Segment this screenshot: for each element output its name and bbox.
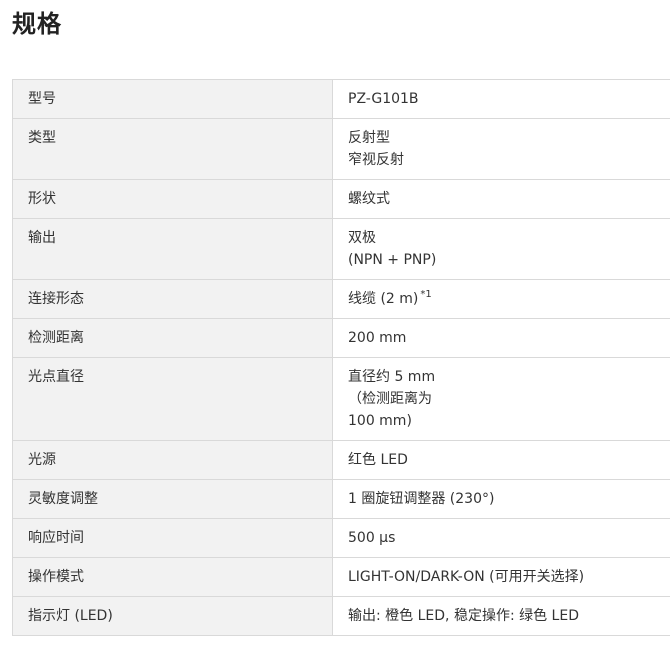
- value-line: 1 圈旋钮调整器 (230°): [348, 491, 495, 507]
- row-value: 直径约 5 mm （检测距离为 100 mm): [332, 357, 670, 441]
- row-label: 检测距离: [12, 318, 333, 358]
- value-line: 双极: [348, 230, 376, 246]
- row-value: 1 圈旋钮调整器 (230°): [332, 479, 670, 519]
- table-row: 灵敏度调整 1 圈旋钮调整器 (230°): [12, 479, 670, 519]
- value-line: 200 mm: [348, 330, 407, 346]
- value-line: PZ-G101B: [348, 91, 419, 107]
- value-line: （检测距离为: [348, 391, 432, 407]
- row-label: 操作模式: [12, 557, 333, 597]
- value-line: 反射型: [348, 130, 390, 146]
- spec-page: 规格 型号 PZ-G101B 类型 反射型 窄视反射 形状 螺纹式 输出 双极 …: [0, 0, 670, 645]
- row-value: 双极 (NPN + PNP): [332, 218, 670, 280]
- table-row: 形状 螺纹式: [12, 179, 670, 219]
- row-label: 光点直径: [12, 357, 333, 441]
- row-value: 反射型 窄视反射: [332, 118, 670, 180]
- row-label: 类型: [12, 118, 333, 180]
- spec-table: 型号 PZ-G101B 类型 反射型 窄视反射 形状 螺纹式 输出 双极 (NP…: [12, 79, 670, 636]
- row-value: 红色 LED: [332, 440, 670, 480]
- table-row: 连接形态 线缆 (2 m) *1: [12, 279, 670, 319]
- table-row: 输出 双极 (NPN + PNP): [12, 218, 670, 280]
- table-row: 响应时间 500 µs: [12, 518, 670, 558]
- value-line: (NPN + PNP): [348, 252, 437, 268]
- row-value: LIGHT-ON/DARK-ON (可用开关选择): [332, 557, 670, 597]
- value-line: 直径约 5 mm: [348, 369, 436, 385]
- row-label: 连接形态: [12, 279, 333, 319]
- table-row: 指示灯 (LED) 输出: 橙色 LED, 稳定操作: 绿色 LED: [12, 596, 670, 636]
- value-line: 窄视反射: [348, 152, 404, 168]
- table-row: 检测距离 200 mm: [12, 318, 670, 358]
- table-row: 类型 反射型 窄视反射: [12, 118, 670, 180]
- value-line: 红色 LED: [348, 452, 408, 468]
- value-line: 输出: 橙色 LED, 稳定操作: 绿色 LED: [348, 608, 579, 624]
- row-value: 线缆 (2 m) *1: [332, 279, 670, 319]
- row-label: 响应时间: [12, 518, 333, 558]
- table-row: 光点直径 直径约 5 mm （检测距离为 100 mm): [12, 357, 670, 441]
- row-label: 型号: [12, 79, 333, 119]
- connection-type-text: 线缆 (2 m): [348, 291, 419, 307]
- row-value: 螺纹式: [332, 179, 670, 219]
- value-line: LIGHT-ON/DARK-ON (可用开关选择): [348, 569, 585, 585]
- table-row: 型号 PZ-G101B: [12, 79, 670, 119]
- row-value: 输出: 橙色 LED, 稳定操作: 绿色 LED: [332, 596, 670, 636]
- row-value: 200 mm: [332, 318, 670, 358]
- value-line: 线缆 (2 m) *1: [348, 288, 666, 310]
- value-line: 500 µs: [348, 530, 396, 546]
- table-row: 操作模式 LIGHT-ON/DARK-ON (可用开关选择): [12, 557, 670, 597]
- value-line: 100 mm): [348, 413, 412, 429]
- row-value: PZ-G101B: [332, 79, 670, 119]
- row-label: 指示灯 (LED): [12, 596, 333, 636]
- row-label: 灵敏度调整: [12, 479, 333, 519]
- page-title: 规格: [12, 10, 62, 38]
- row-value: 500 µs: [332, 518, 670, 558]
- value-line: 螺纹式: [348, 191, 390, 207]
- footnote-link[interactable]: *1: [420, 289, 431, 300]
- row-label: 光源: [12, 440, 333, 480]
- table-row: 光源 红色 LED: [12, 440, 670, 480]
- row-label: 形状: [12, 179, 333, 219]
- row-label: 输出: [12, 218, 333, 280]
